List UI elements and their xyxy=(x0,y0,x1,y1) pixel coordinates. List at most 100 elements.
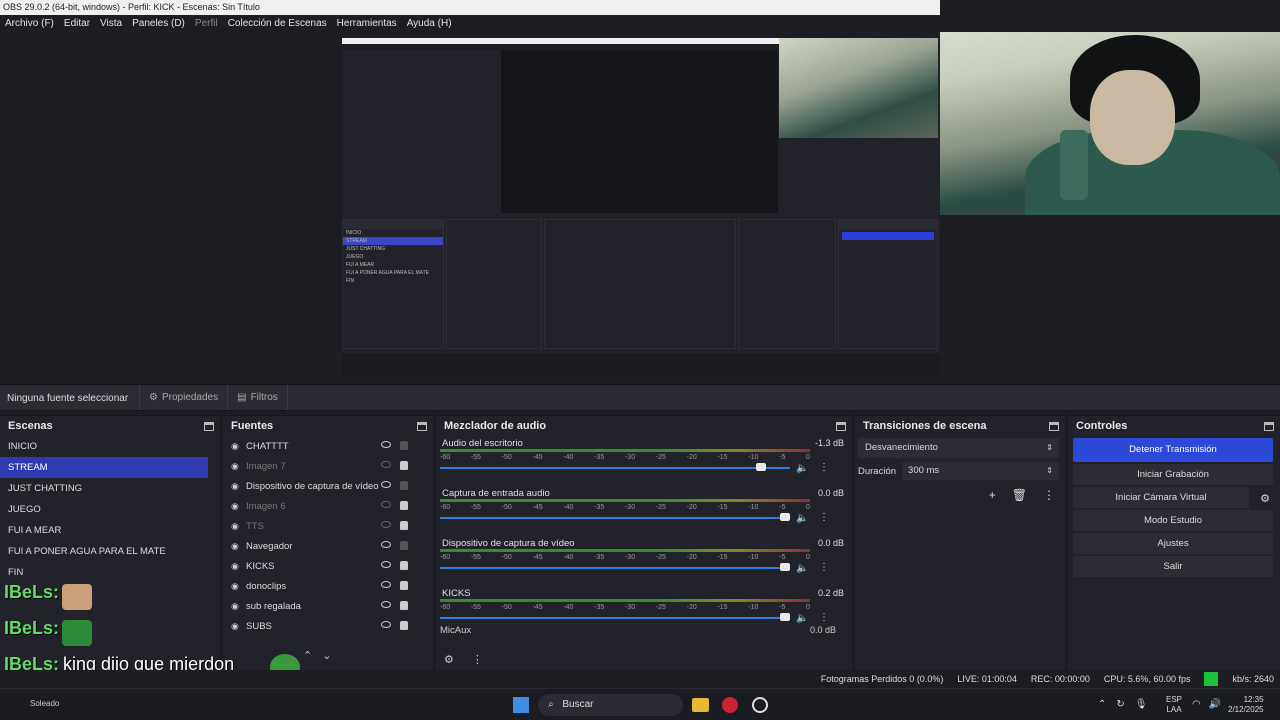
source-item[interactable]: ◉ Imagen 6 xyxy=(223,496,413,516)
menu-item[interactable]: Paneles (D) xyxy=(132,18,185,29)
visibility-eye-icon[interactable] xyxy=(381,601,391,608)
visibility-eye-icon[interactable] xyxy=(381,521,391,528)
undock-icon[interactable] xyxy=(417,421,427,431)
speaker-icon[interactable]: 🔈 xyxy=(796,513,808,524)
lock-icon[interactable] xyxy=(400,621,408,630)
lock-icon[interactable] xyxy=(400,481,408,490)
transition-select[interactable]: Desvanecimiento ⇕ xyxy=(858,438,1059,458)
file-explorer-icon[interactable] xyxy=(692,698,709,712)
scene-item[interactable]: JUEGO xyxy=(0,499,208,520)
move-up-icon[interactable]: ⌃ xyxy=(303,649,312,662)
volume-slider-knob[interactable] xyxy=(756,463,767,471)
lock-icon[interactable] xyxy=(400,601,408,610)
mixer-settings-gear-icon[interactable]: ⚙ xyxy=(444,653,454,666)
lock-icon[interactable] xyxy=(400,581,408,590)
undock-icon[interactable] xyxy=(1049,421,1059,431)
visibility-eye-icon[interactable] xyxy=(381,461,391,468)
scene-item[interactable]: FUI A MEAR xyxy=(0,520,208,541)
visibility-eye-icon[interactable] xyxy=(381,441,391,448)
menu-item[interactable]: Vista xyxy=(100,18,122,29)
scene-item[interactable]: JUST CHATTING xyxy=(0,478,208,499)
undock-icon[interactable] xyxy=(1264,421,1274,431)
start-recording-button[interactable]: Iniciar Grabación xyxy=(1073,464,1273,485)
visibility-eye-icon[interactable] xyxy=(381,621,391,628)
lock-icon[interactable] xyxy=(400,461,408,470)
source-item[interactable]: ◉ SUBS xyxy=(223,616,413,636)
menu-item[interactable]: Perfil xyxy=(195,18,218,29)
settings-button[interactable]: Ajustes xyxy=(1073,533,1273,554)
source-item[interactable]: ◉ KICKS xyxy=(223,556,413,576)
lock-icon[interactable] xyxy=(400,441,408,450)
volume-slider[interactable] xyxy=(440,617,790,619)
stop-stream-button[interactable]: Detener Transmisión xyxy=(1073,438,1273,462)
lock-icon[interactable] xyxy=(400,541,408,550)
menu-item[interactable]: Editar xyxy=(64,18,90,29)
nested-taskbar xyxy=(342,353,940,375)
volume-slider[interactable] xyxy=(440,567,790,569)
menu-item[interactable]: Colección de Escenas xyxy=(228,18,327,29)
lock-icon[interactable] xyxy=(400,561,408,570)
visibility-eye-icon[interactable] xyxy=(381,581,391,588)
source-item[interactable]: ◉ CHATTTT xyxy=(223,436,413,456)
menu-item[interactable]: Archivo (F) xyxy=(5,18,54,29)
meter-tick: -55 xyxy=(470,504,481,511)
volume-slider-knob[interactable] xyxy=(780,513,790,521)
meter-ticks: -60 -55 -50 -45 -40 -35 -30 -25 -20 -15 -10 -5 0 xyxy=(440,504,810,514)
chevron-up-icon[interactable]: ⌃ xyxy=(1098,699,1106,710)
source-item[interactable]: ◉ Navegador xyxy=(223,536,413,556)
channel-menu-icon[interactable]: ⋮ xyxy=(818,612,830,624)
virtual-camera-gear-icon[interactable]: ⚙ xyxy=(1260,492,1270,505)
scene-item[interactable]: FUI A PONER AGUA PARA EL MATE xyxy=(0,541,208,562)
channel-menu-icon[interactable]: ⋮ xyxy=(818,462,830,474)
volume-slider-knob[interactable] xyxy=(780,613,790,621)
scene-item[interactable]: STREAM xyxy=(0,457,208,478)
lock-icon[interactable] xyxy=(400,521,408,530)
undock-icon[interactable] xyxy=(836,421,846,431)
speaker-icon[interactable]: 🔈 xyxy=(796,463,808,474)
menu-item[interactable]: Ayuda (H) xyxy=(407,18,452,29)
duration-input[interactable]: 300 ms ⇕ xyxy=(902,462,1059,480)
meter-tick: -30 xyxy=(624,604,636,611)
scene-item[interactable]: FIN xyxy=(0,562,208,583)
menu-item[interactable]: Herramientas xyxy=(337,18,397,29)
remove-transition-icon[interactable]: 🗑 xyxy=(1012,488,1027,502)
add-transition-icon[interactable]: + xyxy=(989,488,996,502)
source-item[interactable]: ◉ TTS xyxy=(223,516,413,536)
scene-list: INICIO STREAM JUST CHATTING JUEGO FUI A MEAR… xyxy=(0,436,220,583)
exit-button[interactable]: Salir xyxy=(1073,556,1273,577)
lock-icon[interactable] xyxy=(400,501,408,510)
properties-button[interactable]: ⚙ Propiedades xyxy=(140,385,229,410)
speaker-icon[interactable]: 🔈 xyxy=(796,613,808,624)
meter-tick: -50 xyxy=(501,604,512,611)
source-item[interactable]: ◉ Imagen 7 xyxy=(223,456,413,476)
visibility-eye-icon[interactable] xyxy=(381,541,391,548)
obs-taskbar-icon[interactable] xyxy=(722,697,738,713)
visibility-eye-icon[interactable] xyxy=(381,561,391,568)
virtual-camera-button[interactable]: Iniciar Cámara Virtual xyxy=(1073,487,1249,508)
volume-slider[interactable] xyxy=(440,467,790,469)
taskbar-search[interactable]: ⌕ Buscar xyxy=(538,694,683,716)
scene-item[interactable]: INICIO xyxy=(0,436,208,457)
weather-widget[interactable]: Soleado xyxy=(30,699,59,708)
preview-canvas[interactable]: INICIO STREAM JUST CHATTING JUEGO FUI A MEAR… xyxy=(0,32,1280,384)
app-taskbar-icon[interactable] xyxy=(752,697,768,713)
source-type-icon: ◉ xyxy=(231,481,239,491)
channel-menu-icon[interactable]: ⋮ xyxy=(818,562,830,574)
undock-icon[interactable] xyxy=(204,421,214,431)
transition-menu-icon[interactable]: ⋮ xyxy=(1043,488,1055,502)
mixer-menu-icon[interactable]: ⋮ xyxy=(472,653,483,666)
rec-time: REC: 00:00:00 xyxy=(1030,674,1090,684)
source-item[interactable]: ◉ Dispositivo de captura de vídeo xyxy=(223,476,413,496)
visibility-eye-icon[interactable] xyxy=(381,501,391,508)
visibility-eye-icon[interactable] xyxy=(381,481,391,488)
studio-mode-button[interactable]: Modo Estudio xyxy=(1073,510,1273,531)
speaker-icon[interactable]: 🔈 xyxy=(796,563,808,574)
volume-slider-knob[interactable] xyxy=(780,563,790,571)
move-down-icon[interactable]: ⌄ xyxy=(322,649,331,662)
start-icon[interactable] xyxy=(513,697,529,713)
source-item[interactable]: ◉ sub regalada xyxy=(223,596,413,616)
channel-menu-icon[interactable]: ⋮ xyxy=(818,512,830,524)
filters-button[interactable]: ▤ Filtros xyxy=(228,385,288,410)
source-item[interactable]: ◉ donoclips xyxy=(223,576,413,596)
volume-slider[interactable] xyxy=(440,517,790,519)
